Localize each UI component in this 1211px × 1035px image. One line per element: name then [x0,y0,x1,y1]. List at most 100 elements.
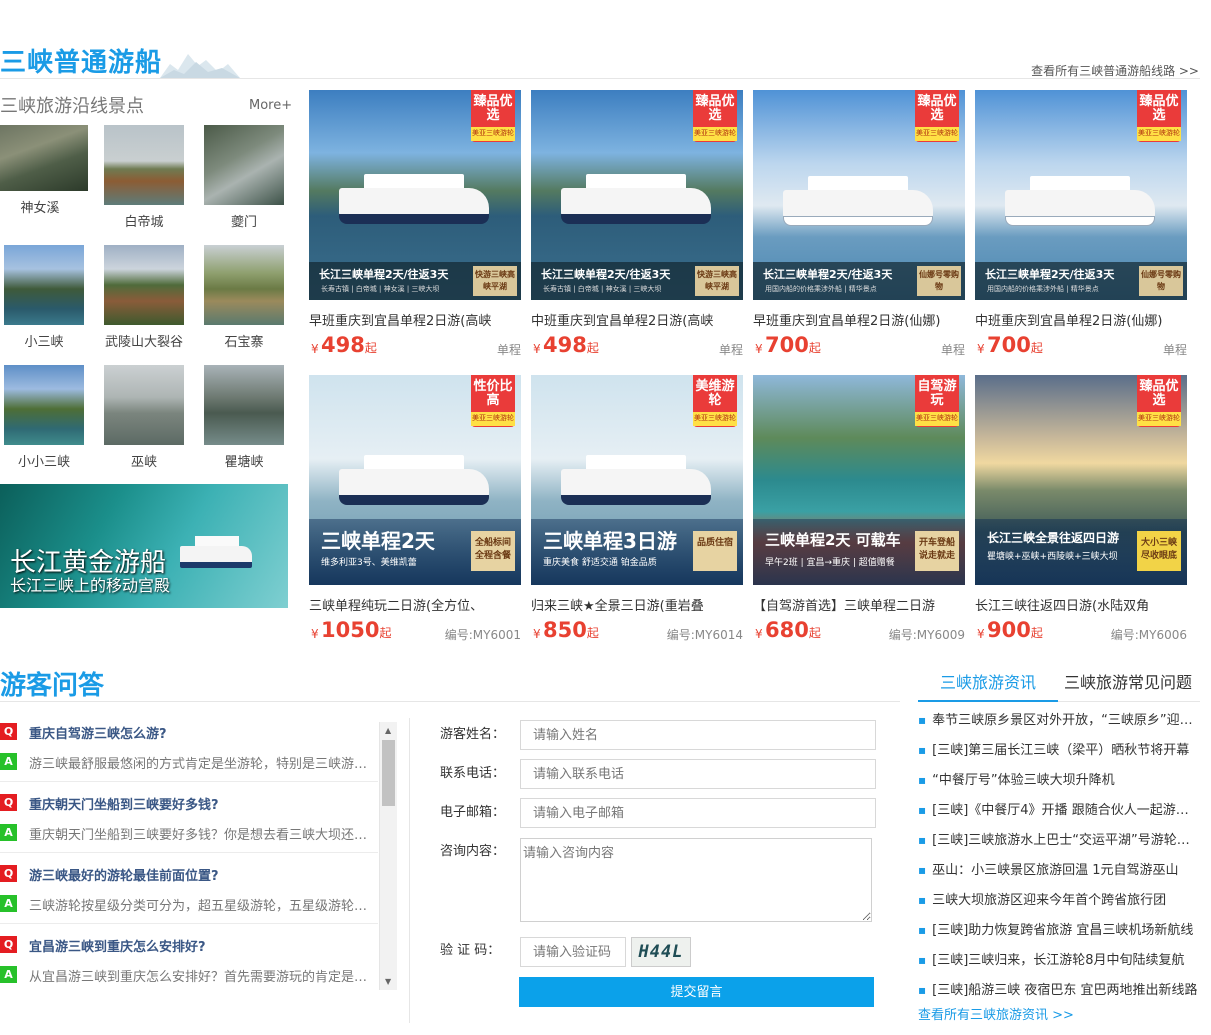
scene-label[interactable]: 夔门 [204,211,284,230]
question-row[interactable]: Q 游三峡最好的游轮最佳前面位置? [0,862,372,884]
scene-label[interactable]: 石宝寨 [204,331,284,350]
cruise-card[interactable]: 美维游轮 美亚三峡游轮 三峡单程3日游 重庆美食 舒适交通 铂金品质 品质住宿 归… [531,375,743,644]
cruise-name[interactable]: 中班重庆到宜昌单程2日游(高峡 [531,310,731,329]
cruise-name[interactable]: 三峡单程纯玩二日游(全方位、 [309,595,509,614]
news-item[interactable]: ▪ “中餐厅号”体验三峡大坝升降机 [918,769,1198,788]
news-text[interactable]: [三峡]船游三峡 夜宿巴东 宜巴两地推出新线路 [932,983,1197,998]
scene-thumbnail[interactable] [104,365,184,445]
question-row[interactable]: Q 重庆自驾游三峡怎么游? [0,720,372,742]
submit-button[interactable]: 提交留言 [519,977,874,1007]
cruise-image[interactable]: 臻品优选 美亚三峡游轮 长江三峡单程2天/往返3天 用国内船的价格乘涉外船 | 精… [975,90,1187,300]
news-item[interactable]: ▪ [三峡]第三届长江三峡（梁平）晒秋节将开幕 [918,739,1198,758]
email-input[interactable] [520,798,876,828]
scene-thumbnail[interactable] [204,245,284,325]
scene-xiaosanxia[interactable]: 小三峡 [4,245,84,350]
all-news-link[interactable]: 查看所有三峡旅游资讯 >> [918,1004,1074,1023]
scene-label[interactable]: 巫峡 [104,451,184,470]
cruise-image[interactable]: 性价比高 美亚三峡游轮 三峡单程2天 维多利亚3号、美维凯蕾 全船标间全程含餐 [309,375,521,585]
news-item[interactable]: ▪ [三峡]《中餐厅4》开播 跟随合伙人一起游三峡 [918,799,1198,818]
cruise-card[interactable]: 性价比高 美亚三峡游轮 三峡单程2天 维多利亚3号、美维凯蕾 全船标间全程含餐 三… [309,375,521,644]
scene-kuimen[interactable]: 夔门 [204,125,284,230]
scene-thumbnail[interactable] [204,365,284,445]
scene-shibaozhai[interactable]: 石宝寨 [204,245,284,350]
scene-thumbnail[interactable] [4,245,84,325]
tab-faq[interactable]: 三峡旅游常见问题 [1064,669,1192,693]
question-row[interactable]: Q 重庆朝天门坐船到三峡要好多钱? [0,791,372,813]
scene-label[interactable]: 白帝城 [104,211,184,230]
news-item[interactable]: ▪ 巫山：小三峡景区旅游回温 1元自驾游巫山 [918,859,1198,878]
qa-item[interactable]: Q 游三峡最好的游轮最佳前面位置? A 三峡游轮按星级分类可分为，超五星级游轮，五星… [0,862,372,914]
scene-label[interactable]: 武陵山大裂谷 [104,331,184,350]
cruise-image[interactable]: 臻品优选 美亚三峡游轮 长江三峡单程2天/往返3天 长寿古镇 | 白帝城 | 神女… [309,90,521,300]
news-text[interactable]: [三峡]三峡归来，长江游轮8月中旬陆续复航 [932,953,1184,968]
scroll-up-icon[interactable]: ▲ [385,726,391,735]
news-text[interactable]: [三峡]第三届长江三峡（梁平）晒秋节将开幕 [932,743,1189,758]
cruise-name[interactable]: 长江三峡往返四日游(水陆双角 [975,595,1175,614]
qa-item[interactable]: Q 宜昌游三峡到重庆怎么安排好? A 从宜昌游三峡到重庆怎么安排好？首先需要游玩的肯… [0,933,372,985]
scene-label[interactable]: 小三峡 [4,331,84,350]
cruise-card[interactable]: 臻品优选 美亚三峡游轮 长江三峡单程2天/往返3天 用国内船的价格乘涉外船 | 精… [753,90,965,359]
news-item[interactable]: ▪ [三峡]三峡归来，长江游轮8月中旬陆续复航 [918,949,1198,968]
news-item[interactable]: ▪ 三峡大坝旅游区迎来今年首个跨省旅行团 [918,889,1198,908]
golden-cruise-banner[interactable]: 长江黄金游船 长江三峡上的移动宫殿 [0,484,288,608]
cruise-card[interactable]: 臻品优选 美亚三峡游轮 长江三峡全景往返四日游 瞿塘峡+巫峡+西陵峡+三峡大坝 大… [975,375,1187,644]
cruise-name[interactable]: 早班重庆到宜昌单程2日游(仙娜) [753,310,953,329]
scene-baidicheng[interactable]: 白帝城 [104,125,184,230]
cruise-image[interactable]: 自驾游玩 美亚三峡游轮 三峡单程2天 可载车 早午2班 | 宜昌→重庆 | 超值赠… [753,375,965,585]
cruise-name[interactable]: 中班重庆到宜昌单程2日游(仙娜) [975,310,1175,329]
question-text[interactable]: 重庆自驾游三峡怎么游? [29,723,369,742]
cruise-card[interactable]: 自驾游玩 美亚三峡游轮 三峡单程2天 可载车 早午2班 | 宜昌→重庆 | 超值赠… [753,375,965,644]
question-text[interactable]: 宜昌游三峡到重庆怎么安排好? [29,936,369,955]
scene-wuxia[interactable]: 巫峡 [104,365,184,470]
more-link[interactable]: More+ [249,98,292,113]
captcha-image[interactable]: H44L [631,937,691,967]
news-item[interactable]: ▪ [三峡]助力恢复跨省旅游 宜昌三峡机场新航线 [918,919,1198,938]
question-text[interactable]: 游三峡最好的游轮最佳前面位置? [29,865,369,884]
cruise-image[interactable]: 臻品优选 美亚三峡游轮 长江三峡单程2天/往返3天 长寿古镇 | 白帝城 | 神女… [531,90,743,300]
news-text[interactable]: [三峡]助力恢复跨省旅游 宜昌三峡机场新航线 [932,923,1193,938]
cruise-image[interactable]: 臻品优选 美亚三峡游轮 长江三峡单程2天/往返3天 用国内船的价格乘涉外船 | 精… [753,90,965,300]
question-text[interactable]: 重庆朝天门坐船到三峡要好多钱? [29,794,369,813]
cruise-name[interactable]: 归来三峡★全景三日游(重岩叠 [531,595,731,614]
qa-item[interactable]: Q 重庆自驾游三峡怎么游? A 游三峡最舒服最悠闲的方式肯定是坐游轮，特别是三峡游轮… [0,720,372,772]
scene-xiaoxiaosanxia[interactable]: 小小三峡 [4,365,84,470]
question-row[interactable]: Q 宜昌游三峡到重庆怎么安排好? [0,933,372,955]
qa-list[interactable]: Q 重庆自驾游三峡怎么游? A 游三峡最舒服最悠闲的方式肯定是坐游轮，特别是三峡游轮… [0,718,398,990]
cruise-image[interactable]: 美维游轮 美亚三峡游轮 三峡单程3日游 重庆美食 舒适交通 铂金品质 品质住宿 [531,375,743,585]
scene-shennvxi[interactable]: 神女溪 [0,125,88,216]
all-cruise-routes-link[interactable]: 查看所有三峡普通游船线路 >> [1031,62,1199,79]
cruise-card[interactable]: 臻品优选 美亚三峡游轮 长江三峡单程2天/往返3天 长寿古镇 | 白帝城 | 神女… [531,90,743,359]
scene-thumbnail[interactable] [104,125,184,205]
content-textarea[interactable] [520,838,872,922]
cruise-name[interactable]: 早班重庆到宜昌单程2日游(高峡 [309,310,509,329]
cruise-name[interactable]: 【自驾游首选】三峡单程二日游 [753,595,953,614]
qa-item[interactable]: Q 重庆朝天门坐船到三峡要好多钱? A 重庆朝天门坐船到三峡要好多钱？你是想去看三峡… [0,791,372,843]
cruise-image[interactable]: 臻品优选 美亚三峡游轮 长江三峡全景往返四日游 瞿塘峡+巫峡+西陵峡+三峡大坝 大… [975,375,1187,585]
news-item[interactable]: ▪ 奉节三峡原乡景区对外开放，“三峡原乡”迎来首批游客 [918,709,1198,728]
qa-scrollbar[interactable]: ▲ ▼ [379,722,397,990]
phone-input[interactable] [520,759,876,789]
tab-travel-news[interactable]: 三峡旅游资讯 [918,669,1058,693]
scene-thumbnail[interactable] [104,245,184,325]
captcha-input[interactable] [520,937,626,967]
scene-label[interactable]: 瞿塘峡 [204,451,284,470]
news-text[interactable]: [三峡]《中餐厅4》开播 跟随合伙人一起游三峡 [932,803,1198,818]
scene-label[interactable]: 小小三峡 [4,451,84,470]
scroll-down-icon[interactable]: ▼ [385,977,391,986]
news-text[interactable]: 巫山：小三峡景区旅游回温 1元自驾游巫山 [932,863,1178,878]
news-item[interactable]: ▪ [三峡]三峡旅游水上巴士“交运平湖”号游轮首航 [918,829,1198,848]
scene-thumbnail[interactable] [0,125,88,191]
name-input[interactable] [520,720,876,750]
news-text[interactable]: 奉节三峡原乡景区对外开放，“三峡原乡”迎来首批游客 [932,713,1198,728]
cruise-card[interactable]: 臻品优选 美亚三峡游轮 长江三峡单程2天/往返3天 用国内船的价格乘涉外船 | 精… [975,90,1187,359]
scene-thumbnail[interactable] [204,125,284,205]
scene-label[interactable]: 神女溪 [0,197,80,216]
scene-wulingshan[interactable]: 武陵山大裂谷 [104,245,184,350]
news-item[interactable]: ▪ [三峡]船游三峡 夜宿巴东 宜巴两地推出新线路 [918,979,1198,998]
scene-thumbnail[interactable] [4,365,84,445]
news-text[interactable]: [三峡]三峡旅游水上巴士“交运平湖”号游轮首航 [932,833,1198,848]
news-text[interactable]: 三峡大坝旅游区迎来今年首个跨省旅行团 [932,893,1166,908]
scene-qutangxia[interactable]: 瞿塘峡 [204,365,284,470]
cruise-card[interactable]: 臻品优选 美亚三峡游轮 长江三峡单程2天/往返3天 长寿古镇 | 白帝城 | 神女… [309,90,521,359]
news-text[interactable]: “中餐厅号”体验三峡大坝升降机 [932,773,1114,788]
